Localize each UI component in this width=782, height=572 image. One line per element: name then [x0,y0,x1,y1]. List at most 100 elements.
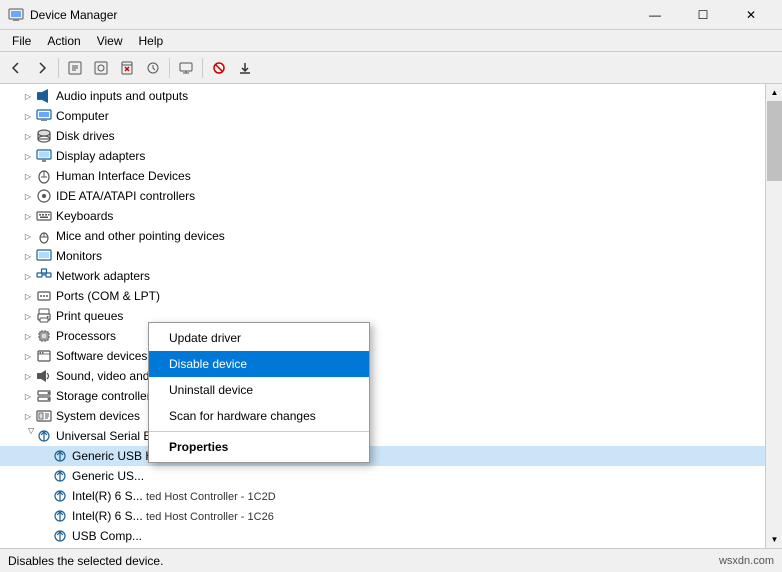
icon-system [36,408,52,424]
tree-item-usb-comp[interactable]: ▷ USB Comp... [0,526,765,546]
tree-item-generic-hub[interactable]: ▷ Generic USB Hub [0,446,765,466]
context-uninstall-device[interactable]: Uninstall device [149,377,369,403]
icon-audio [36,88,52,104]
toolbar-uninstall[interactable] [115,56,139,80]
tree-item-intel-1[interactable]: ▷ Intel(R) 6 S... ted Host Controller - … [0,486,765,506]
tree-item-mice[interactable]: ▷ Mice and other pointing devices [0,226,765,246]
tree-item-system[interactable]: ▷ System devices [0,406,765,426]
expand-arrow-audio: ▷ [20,88,36,104]
tree-item-monitors[interactable]: ▷ Monitors [0,246,765,266]
toolbar-separator-1 [58,58,59,78]
scroll-down-button[interactable]: ▼ [766,531,782,548]
label-usb-comp: USB Comp... [72,529,142,543]
menu-file[interactable]: File [4,32,39,50]
close-button[interactable]: ✕ [728,0,774,30]
scroll-thumb[interactable] [767,101,782,181]
expand-arrow-keyboards: ▷ [20,208,36,224]
icon-display [36,148,52,164]
tree-item-computer[interactable]: ▷ Computer [0,106,765,126]
context-update-driver[interactable]: Update driver [149,325,369,351]
expand-arrow-computer: ▷ [20,108,36,124]
label-monitors: Monitors [56,249,102,263]
expand-arrow-intel-2: ▷ [36,508,52,524]
icon-generic-us1 [52,468,68,484]
tree-item-ide[interactable]: ▷ IDE ATA/ATAPI controllers [0,186,765,206]
toolbar-disable[interactable] [207,56,231,80]
expand-arrow-software: ▷ [20,348,36,364]
toolbar-display[interactable] [174,56,198,80]
menu-view[interactable]: View [89,32,131,50]
tree-item-audio[interactable]: ▷ Audio inputs and outputs [0,86,765,106]
icon-sound [36,368,52,384]
label-processors: Processors [56,329,116,343]
context-menu: Update driver Disable device Uninstall d… [148,322,370,463]
tree-item-intel-2[interactable]: ▷ Intel(R) 6 S... ted Host Controller - … [0,506,765,526]
maximize-button[interactable]: ☐ [680,0,726,30]
expand-arrow-system: ▷ [20,408,36,424]
toolbar-forward[interactable] [30,56,54,80]
context-disable-device[interactable]: Disable device [149,351,369,377]
label-intel-2: Intel(R) 6 S... ted Host Controller - 1C… [72,509,274,523]
scrollbar[interactable]: ▲ ▼ [765,84,782,548]
menu-help[interactable]: Help [131,32,172,50]
tree-item-usb-root1[interactable]: ▷ USB Root H... [0,546,765,548]
window-title: Device Manager [30,8,632,22]
icon-print [36,308,52,324]
expand-arrow-ide: ▷ [20,188,36,204]
label-mice: Mice and other pointing devices [56,229,225,243]
toolbar-separator-3 [202,58,203,78]
brand-text: wsxdn.com [719,555,774,567]
label-network: Network adapters [56,269,150,283]
icon-software [36,348,52,364]
label-print: Print queues [56,309,123,323]
toolbar-properties[interactable] [63,56,87,80]
tree-item-hid[interactable]: ▷ Human Interface Devices [0,166,765,186]
tree-item-keyboards[interactable]: ▷ Keyboards [0,206,765,226]
toolbar [0,52,782,84]
menu-action[interactable]: Action [39,32,88,50]
tree-item-storage[interactable]: ▷ Storage controllers [0,386,765,406]
tree-item-print[interactable]: ▷ Print queues [0,306,765,326]
expand-arrow-intel-1: ▷ [36,488,52,504]
device-tree[interactable]: ▷ Audio inputs and outputs ▷ Computer ▷ … [0,84,765,548]
toolbar-back[interactable] [4,56,28,80]
tree-item-generic-us1[interactable]: ▷ Generic US... [0,466,765,486]
minimize-button[interactable]: — [632,0,678,30]
label-hid: Human Interface Devices [56,169,191,183]
expand-arrow-hid: ▷ [20,168,36,184]
context-properties[interactable]: Properties [149,434,369,460]
expand-arrow-usb-comp: ▷ [36,528,52,544]
label-display: Display adapters [56,149,145,163]
label-ports: Ports (COM & LPT) [56,289,160,303]
scroll-track[interactable] [766,101,782,531]
tree-item-ports[interactable]: ▷ Ports (COM & LPT) [0,286,765,306]
scroll-up-button[interactable]: ▲ [766,84,782,101]
toolbar-download[interactable] [233,56,257,80]
tree-item-usb[interactable]: ▷ Universal Serial Bus controllers [0,426,765,446]
label-audio: Audio inputs and outputs [56,89,188,103]
icon-keyboard [36,208,52,224]
toolbar-scan[interactable] [141,56,165,80]
icon-ide [36,188,52,204]
icon-computer [36,108,52,124]
icon-intel-1 [52,488,68,504]
context-scan-hardware[interactable]: Scan for hardware changes [149,403,369,429]
expand-arrow-ports: ▷ [20,288,36,304]
icon-disk [36,128,52,144]
icon-usb-comp [52,528,68,544]
tree-item-disk[interactable]: ▷ Disk drives [0,126,765,146]
tree-item-display[interactable]: ▷ Display adapters [0,146,765,166]
tree-item-network[interactable]: ▷ Network adapters [0,266,765,286]
icon-network [36,268,52,284]
expand-arrow-usb: ▷ [20,428,36,444]
icon-processors [36,328,52,344]
label-disk: Disk drives [56,129,115,143]
toolbar-update-driver[interactable] [89,56,113,80]
expand-arrow-storage: ▷ [20,388,36,404]
label-generic-us1: Generic US... [72,469,144,483]
tree-item-sound[interactable]: ▷ Sound, video and game controllers [0,366,765,386]
status-text: Disables the selected device. [8,554,163,568]
expand-arrow-display: ▷ [20,148,36,164]
tree-item-software[interactable]: ▷ Software devices [0,346,765,366]
tree-item-processors[interactable]: ▷ Processors [0,326,765,346]
